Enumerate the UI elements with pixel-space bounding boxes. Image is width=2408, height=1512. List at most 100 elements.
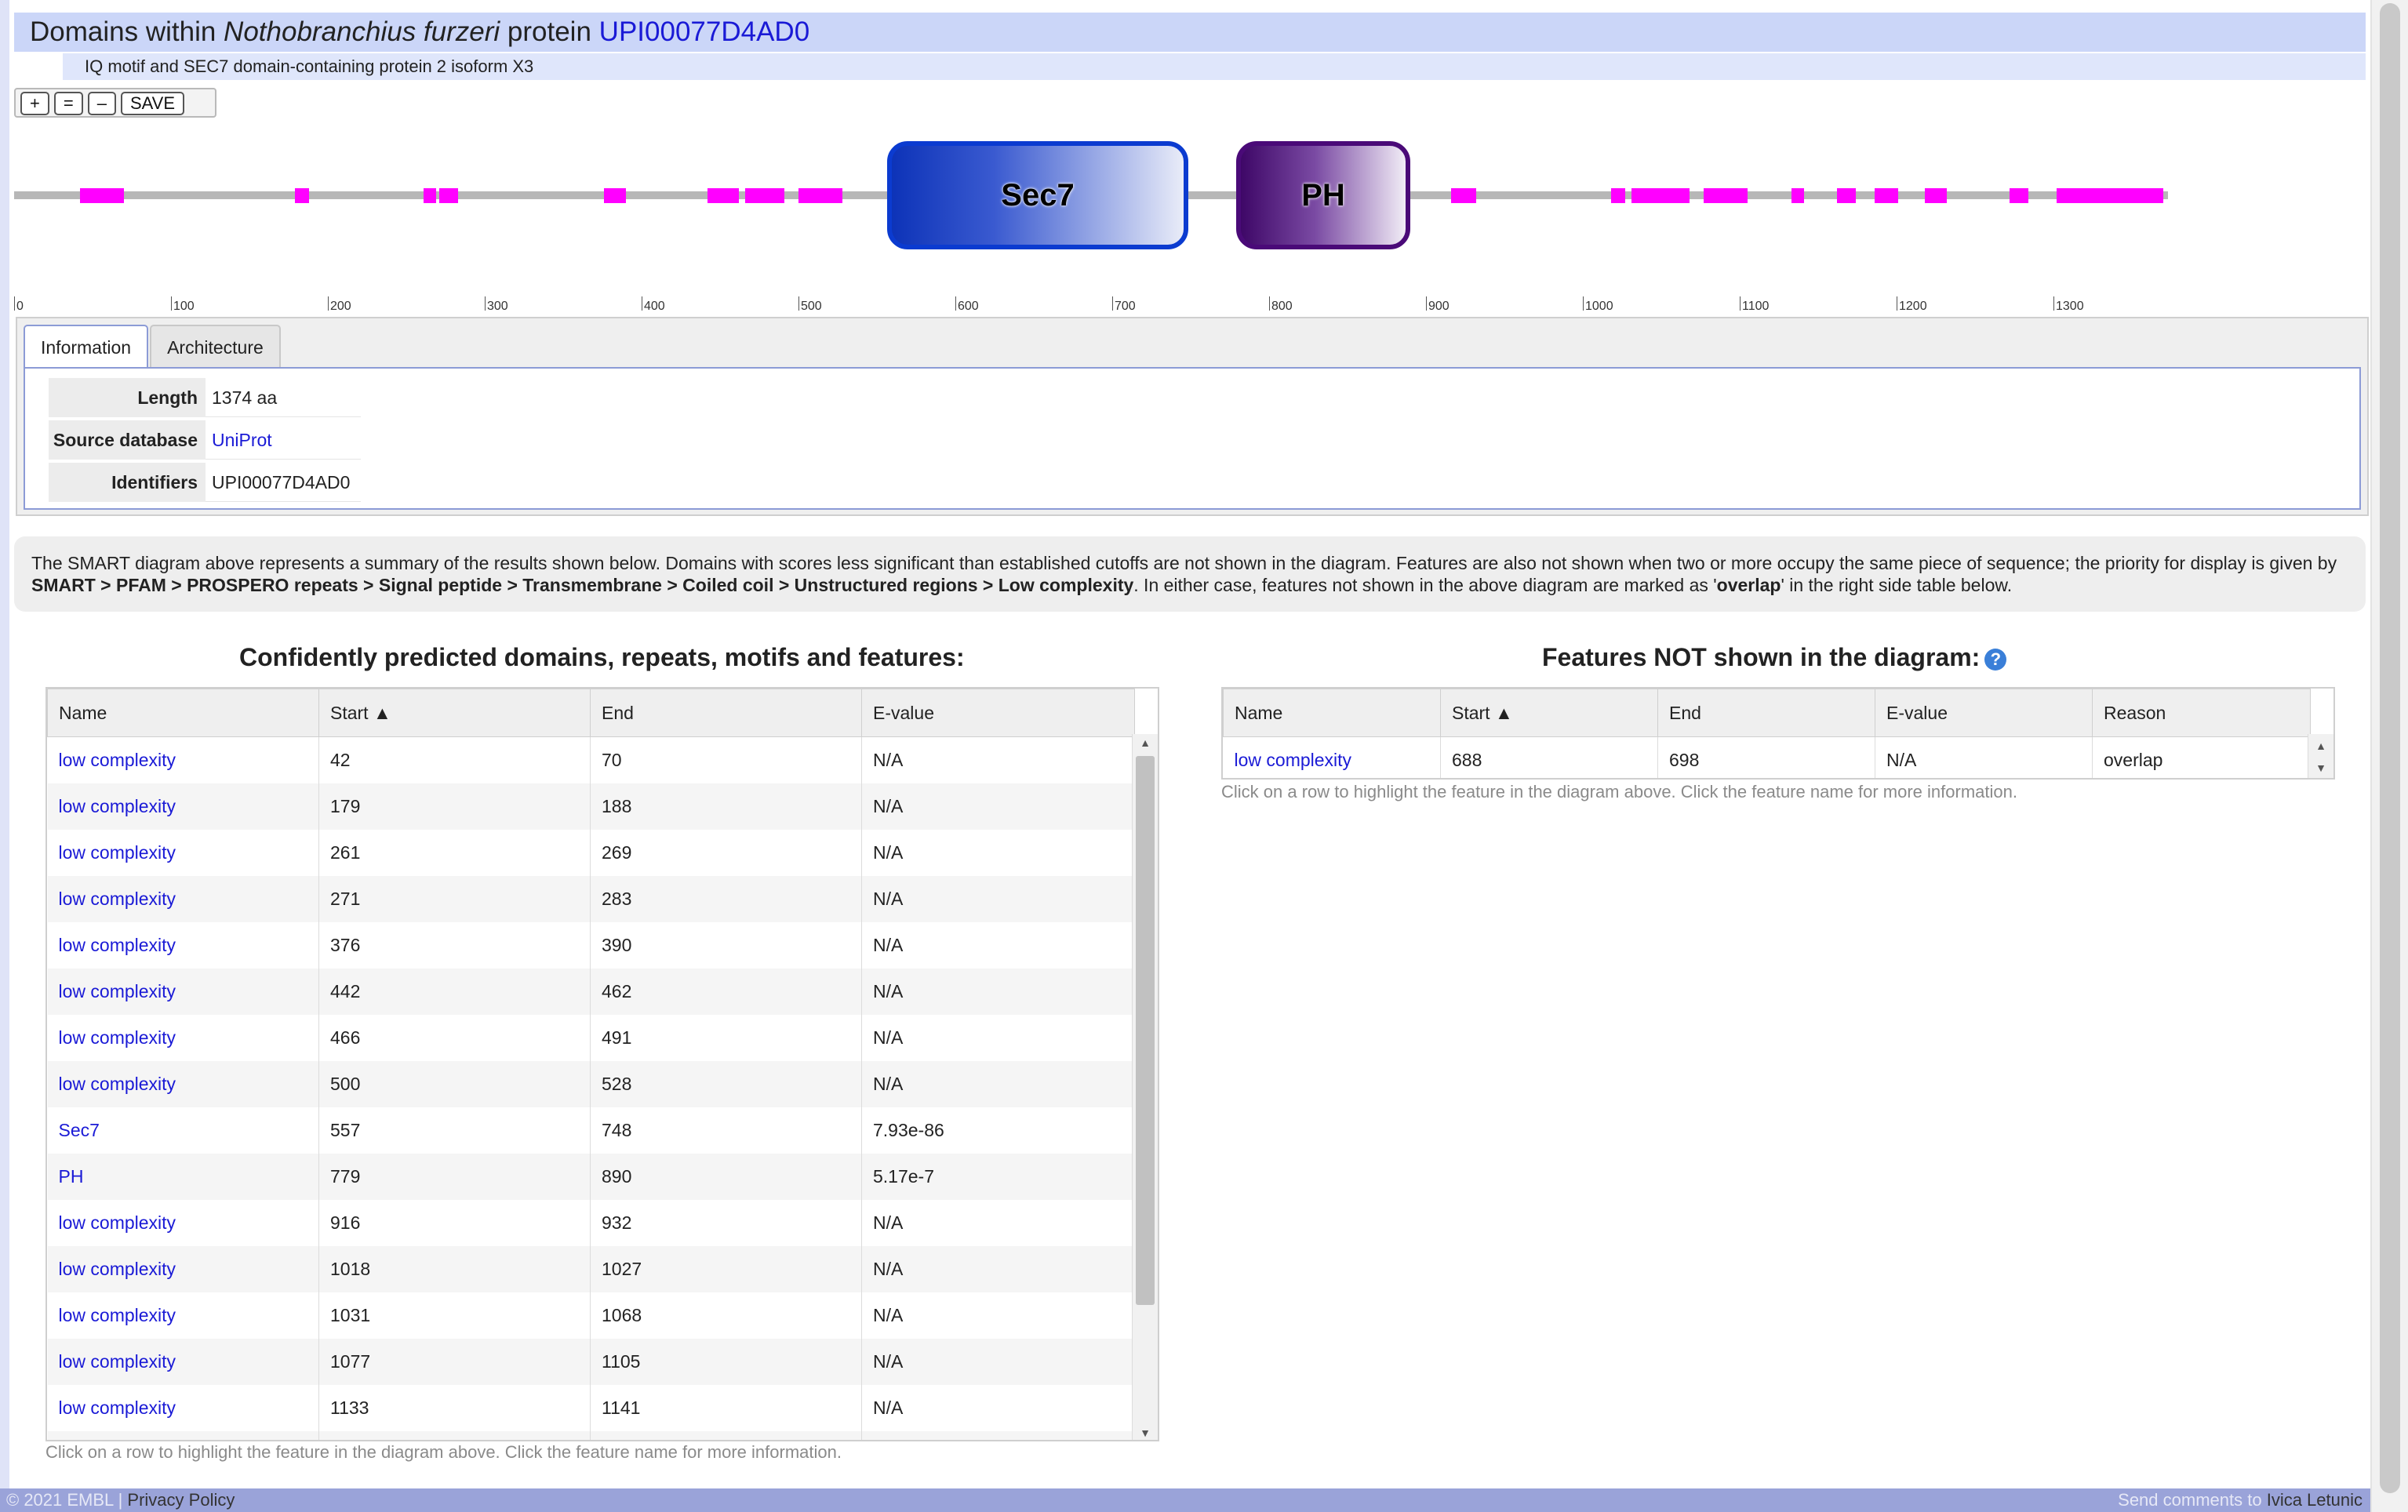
hidden-features-grid: Name Start ▲ End E-value Reason low comp… (1223, 689, 2311, 778)
save-button[interactable]: SAVE (120, 92, 185, 115)
ruler-tick: 900 (1426, 296, 1450, 313)
domains-table-grid: Name Start ▲ End E-value low complexity 4… (47, 689, 1135, 1440)
table-row[interactable]: low complexity 916 932 N/A (47, 1200, 1135, 1246)
feature-name-link[interactable]: low complexity (59, 1259, 176, 1279)
table-row[interactable]: low complexity 179 188 N/A (47, 783, 1135, 830)
scroll-up-icon[interactable]: ▲ (1133, 734, 1158, 751)
ruler-tick: 500 (798, 296, 822, 313)
low-complexity-segment[interactable] (439, 188, 458, 203)
note-text-2: . In either case, features not shown in … (1133, 575, 1717, 595)
table-row[interactable]: low complexity 376 390 N/A (47, 922, 1135, 969)
table-row[interactable]: low complexity 442 462 N/A (47, 969, 1135, 1015)
feature-name-link[interactable]: low complexity (1235, 750, 1352, 770)
feature-name-link[interactable]: PH (59, 1166, 84, 1187)
domains-table-scroll-thumb[interactable] (1136, 756, 1155, 1305)
col-evalue[interactable]: E-value (861, 689, 1135, 737)
footer-right: Send comments to Ivica Letunic (2118, 1490, 2363, 1510)
feature-name-link[interactable]: low complexity (59, 1398, 176, 1418)
low-complexity-segment[interactable] (2010, 188, 2028, 203)
col-end[interactable]: End (590, 689, 862, 737)
table-row[interactable]: Sec7 557 748 7.93e-86 (47, 1107, 1135, 1154)
hidden-features-scrollbar[interactable]: ▲ ▼ (2308, 734, 2333, 778)
note-overlap: overlap (1716, 575, 1781, 595)
col-start[interactable]: Start ▲ (1440, 689, 1658, 737)
table-cell: 491 (590, 1015, 862, 1061)
low-complexity-segment[interactable] (798, 188, 842, 203)
table-cell: low complexity (47, 922, 319, 969)
feature-name-link[interactable]: low complexity (59, 1027, 176, 1048)
feature-name-link[interactable]: low complexity (59, 750, 176, 770)
table-cell: 466 (318, 1015, 591, 1061)
scroll-down-icon[interactable]: ▼ (1133, 1424, 1158, 1440)
zoom-in-button[interactable]: + (20, 92, 49, 115)
help-icon[interactable]: ? (1984, 648, 2007, 671)
table-cell: low complexity (47, 1061, 319, 1107)
feature-name-link[interactable]: low complexity (59, 1074, 176, 1094)
low-complexity-segment[interactable] (1925, 188, 1947, 203)
table-cell: 376 (318, 922, 591, 969)
low-complexity-segment[interactable] (1451, 188, 1476, 203)
low-complexity-segment[interactable] (295, 188, 309, 203)
table-row[interactable]: low complexity 1031 1068 N/A (47, 1292, 1135, 1339)
low-complexity-segment[interactable] (80, 188, 124, 203)
col-name[interactable]: Name (47, 689, 319, 737)
table-row[interactable]: low complexity 1018 1027 N/A (47, 1246, 1135, 1292)
table-row[interactable]: low complexity 42 70 N/A (47, 736, 1135, 783)
col-start[interactable]: Start ▲ (318, 689, 591, 737)
tab-architecture[interactable]: Architecture (150, 325, 281, 369)
zoom-out-button[interactable]: – (87, 92, 116, 115)
table-row[interactable]: low complexity 688 698 N/A overlap (1223, 736, 2311, 778)
feature-name-link[interactable]: low complexity (59, 1212, 176, 1233)
low-complexity-segment[interactable] (604, 188, 626, 203)
low-complexity-segment[interactable] (707, 188, 739, 203)
low-complexity-segment[interactable] (1631, 188, 1690, 203)
table-cell: low complexity (47, 1385, 319, 1431)
table-row[interactable]: PH 779 890 5.17e-7 (47, 1154, 1135, 1200)
col-evalue[interactable]: E-value (1875, 689, 2093, 737)
table-row[interactable]: low complexity 261 269 N/A (47, 830, 1135, 876)
sec7-domain[interactable]: Sec7 (887, 141, 1188, 249)
feature-name-link[interactable]: low complexity (59, 796, 176, 816)
page-scrollbar-thumb[interactable] (2380, 3, 2400, 1493)
feature-name-link[interactable]: low complexity (59, 842, 176, 863)
low-complexity-segment[interactable] (2057, 188, 2163, 203)
ph-domain[interactable]: PH (1236, 141, 1410, 249)
domains-table-scrollbar[interactable]: ▲ ▼ (1132, 734, 1158, 1440)
col-end[interactable]: End (1657, 689, 1875, 737)
page-scrollbar[interactable] (2370, 0, 2408, 1512)
feature-name-link[interactable]: low complexity (59, 1351, 176, 1372)
feature-name-link[interactable]: Sec7 (59, 1120, 100, 1140)
table-row[interactable]: low complexity 1133 1141 N/A (47, 1385, 1135, 1431)
feature-name-link[interactable]: low complexity (59, 935, 176, 955)
reset-zoom-button[interactable]: = (53, 92, 83, 115)
table-cell: 269 (590, 830, 862, 876)
col-name[interactable]: Name (1223, 689, 1441, 737)
privacy-policy-link[interactable]: Privacy Policy (127, 1490, 235, 1510)
table-cell: 7.93e-86 (861, 1107, 1135, 1154)
uniprot-link[interactable]: UniProt (212, 430, 272, 450)
col-reason[interactable]: Reason (2092, 689, 2311, 737)
low-complexity-segment[interactable] (1837, 188, 1856, 203)
low-complexity-segment[interactable] (745, 188, 784, 203)
low-complexity-segment[interactable] (1791, 188, 1804, 203)
table-row[interactable]: low complexity11621174N/A (47, 1431, 1135, 1440)
feature-name-link[interactable]: low complexity (59, 889, 176, 909)
table-row[interactable]: low complexity 271 283 N/A (47, 876, 1135, 922)
low-complexity-segment[interactable] (424, 188, 436, 203)
table-row[interactable]: low complexity 500 528 N/A (47, 1061, 1135, 1107)
feature-name-link[interactable]: low complexity (59, 981, 176, 1001)
table-cell: low complexity (47, 1200, 319, 1246)
scroll-down-icon[interactable]: ▼ (2308, 759, 2333, 776)
feature-name-link[interactable]: low complexity (59, 1305, 176, 1325)
table-row[interactable]: low complexity 466 491 N/A (47, 1015, 1135, 1061)
table-row[interactable]: low complexity 1077 1105 N/A (47, 1339, 1135, 1385)
author-link[interactable]: Ivica Letunic (2267, 1490, 2363, 1510)
tab-information[interactable]: Information (24, 325, 149, 370)
low-complexity-segment[interactable] (1875, 188, 1898, 203)
protein-id-link[interactable]: UPI00077D4AD0 (599, 16, 810, 47)
table-cell: N/A (861, 1339, 1135, 1385)
scroll-up-icon[interactable]: ▲ (2308, 737, 2333, 754)
low-complexity-segment[interactable] (1611, 188, 1625, 203)
table-cell: 1141 (590, 1385, 862, 1431)
low-complexity-segment[interactable] (1704, 188, 1748, 203)
